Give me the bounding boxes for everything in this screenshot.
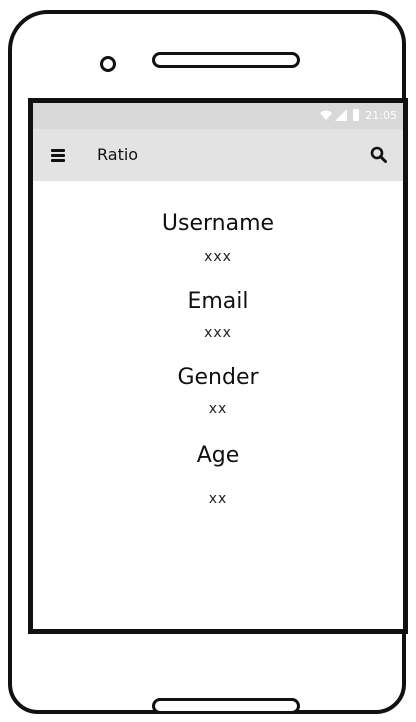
age-label: Age [196,443,240,468]
home-button[interactable] [152,698,300,714]
screen: 21:05 Ratio Username xxx Email xxx Gende… [28,98,408,634]
signal-icon [335,109,347,121]
wifi-icon [320,110,332,120]
gender-label: Gender [177,365,259,390]
camera-icon [100,56,116,72]
status-bar: 21:05 [33,103,403,129]
app-bar: Ratio [33,129,403,181]
username-label: Username [161,211,275,236]
email-value: xxx [204,325,232,341]
battery-icon [353,109,359,121]
age-value: xx [208,491,228,507]
hamburger-menu-icon[interactable] [51,149,65,162]
email-label: Email [187,289,249,314]
search-icon[interactable] [369,145,389,165]
status-time: 21:05 [365,109,397,122]
app-title: Ratio [97,145,139,164]
speaker-slot [152,52,300,68]
gender-value: xx [208,401,228,417]
username-value: xxx [204,249,232,265]
